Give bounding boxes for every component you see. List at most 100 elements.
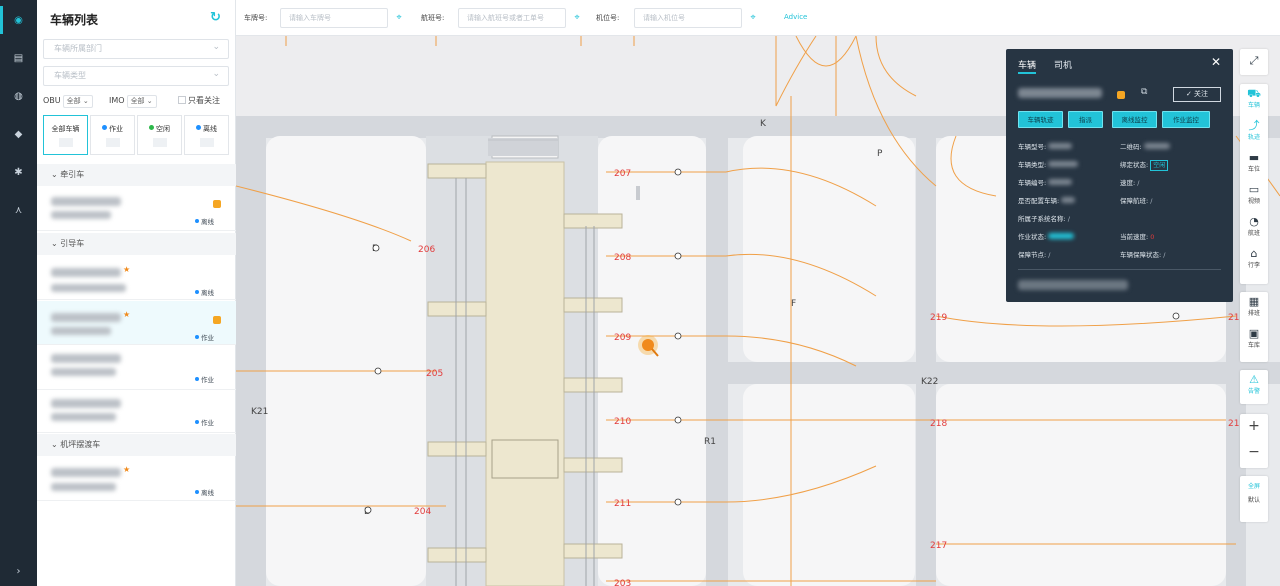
track-button[interactable]: 车辆轨迹: [1018, 111, 1063, 128]
fullscreen-tool[interactable]: ⤢: [1240, 49, 1268, 75]
advanced-link[interactable]: Advice: [784, 13, 807, 21]
stand-label-208: 208: [614, 253, 631, 263]
assign-button[interactable]: 指派: [1068, 111, 1103, 128]
alert-icon[interactable]: [213, 316, 221, 324]
stat-all-count: [58, 138, 73, 147]
working-dot: [102, 125, 107, 130]
vehicle-row[interactable]: 离线: [37, 187, 236, 231]
stat-working[interactable]: 作业: [90, 115, 135, 155]
fullscreen-mode-button[interactable]: 全屏: [1240, 481, 1268, 490]
location-icon[interactable]: ⌖: [567, 8, 587, 28]
field-job-status: 作业状态:: [1018, 231, 1075, 241]
taxi-label-p: P: [877, 149, 883, 159]
panel-title: 车辆列表: [50, 13, 99, 27]
field-qrcode: 二维码:: [1120, 141, 1170, 151]
vehicle-row[interactable]: 作业: [37, 346, 236, 390]
alarm-layer[interactable]: ⚠ 告警: [1240, 374, 1268, 396]
refresh-icon[interactable]: ↻: [210, 10, 221, 25]
zoom-in-button[interactable]: +: [1240, 418, 1268, 434]
imo-value: 全部: [130, 97, 145, 105]
tab-driver[interactable]: 司机: [1054, 58, 1072, 71]
vehicle-info: [51, 368, 116, 376]
status-tag: 作业: [195, 374, 214, 384]
vehicle-row[interactable]: ★ 离线: [37, 256, 236, 300]
video-icon: ▭: [1248, 183, 1260, 196]
vehicle-icon[interactable]: ◉: [0, 6, 25, 34]
flight-label: 航班号:: [421, 14, 445, 22]
offline-monitor-button[interactable]: 离线监控: [1112, 111, 1157, 128]
alarm-tool[interactable]: ⚠ 告警: [1240, 370, 1268, 404]
obu-select[interactable]: 全部 ⌄: [62, 95, 93, 108]
luggage-layer[interactable]: ⌂ 行李: [1240, 248, 1268, 270]
alert-icon[interactable]: [213, 200, 221, 208]
field-bind-status: 绑定状态: 空闲: [1120, 159, 1169, 171]
obu-filter[interactable]: OBU 全部 ⌄: [43, 94, 93, 108]
default-view-button[interactable]: 默认: [1240, 495, 1268, 504]
stand-input[interactable]: 请输入机位号: [634, 8, 742, 28]
star-icon[interactable]: ★: [123, 465, 130, 474]
stat-working-count: [105, 138, 120, 147]
follow-only-checkbox[interactable]: 只看关注: [178, 94, 220, 108]
stand-layer[interactable]: ▬ 车位: [1240, 151, 1268, 174]
job-monitor-button[interactable]: 作业监控: [1162, 111, 1210, 128]
checkbox-icon[interactable]: [178, 96, 186, 104]
location-text: [1018, 280, 1128, 290]
close-icon[interactable]: ✕: [1211, 55, 1221, 69]
vehicle-layer[interactable]: ⛟ 车辆: [1240, 88, 1268, 110]
location-icon[interactable]: ⌖: [389, 8, 409, 28]
settings-icon[interactable]: ✱: [12, 166, 25, 179]
flight-input[interactable]: 请输入航班号或者工单号: [458, 8, 566, 28]
track-layer[interactable]: ⤴ 轨迹: [1240, 120, 1268, 142]
nav-rail: ◉ ▤ ◍ ◆ ✱ ⋏ ›: [0, 0, 37, 586]
stat-offline[interactable]: 离线: [184, 115, 229, 155]
garage-tool[interactable]: ▣ 车库: [1240, 327, 1268, 350]
zoom-control: + −: [1240, 414, 1268, 468]
vehicle-type-select[interactable]: 车辆类型: [43, 65, 229, 86]
imo-label: IMO: [109, 96, 125, 105]
video-layer[interactable]: ▭ 视频: [1240, 183, 1268, 206]
group-header-guide[interactable]: ⌄ 引导车: [37, 233, 236, 255]
follow-button[interactable]: ✓ 关注: [1173, 87, 1221, 102]
stand-label-210: 210: [614, 417, 631, 427]
plate-input[interactable]: 请输入车牌号: [280, 8, 388, 28]
department-select[interactable]: 车辆所属部门: [43, 38, 229, 59]
tab-vehicle[interactable]: 车辆: [1018, 58, 1037, 74]
stat-all[interactable]: 全部车辆: [43, 115, 88, 155]
vehicle-info: [51, 483, 116, 491]
schedule-tool[interactable]: ▦ 排班: [1240, 296, 1268, 318]
list-icon[interactable]: ▤: [12, 52, 25, 65]
vehicle-row[interactable]: ★ 离线: [37, 457, 236, 501]
flight-layer[interactable]: ◔ 航班: [1240, 216, 1268, 238]
fullscreen-icon[interactable]: ⤢: [1240, 55, 1268, 67]
stand-icon: ▬: [1248, 151, 1260, 164]
copy-icon[interactable]: ⧉: [1141, 87, 1147, 97]
location-icon[interactable]: ⌖: [743, 8, 763, 28]
stand-label-205: 205: [426, 369, 443, 379]
imo-filter[interactable]: IMO 全部 ⌄: [109, 94, 157, 108]
garage-icon: ▣: [1248, 327, 1260, 340]
star-icon[interactable]: ★: [123, 310, 130, 319]
stat-idle[interactable]: 空闲: [137, 115, 182, 155]
vehicle-plate: [1018, 88, 1102, 98]
imo-select[interactable]: 全部 ⌄: [126, 95, 157, 108]
group-header-shuttle[interactable]: ⌄ 机坪摆渡车: [37, 434, 236, 456]
group-header-tractor[interactable]: ⌄ 牵引车: [37, 164, 236, 186]
field-node: 保障节点: /: [1018, 251, 1051, 259]
field-flight: 保障航班: /: [1120, 197, 1153, 205]
vehicle-plate: [51, 313, 121, 322]
group-name: 引导车: [60, 239, 85, 248]
vehicle-row[interactable]: 作业: [37, 391, 236, 433]
vehicle-row-selected[interactable]: ★ 作业: [37, 301, 236, 345]
field-type: 车辆类型:: [1018, 159, 1079, 169]
lock-icon[interactable]: [1117, 91, 1125, 99]
stat-working-label: 作业: [109, 125, 123, 133]
stand-label-217: 217: [930, 541, 947, 551]
alarm-icon[interactable]: ◆: [12, 128, 25, 141]
expand-icon[interactable]: ›: [12, 565, 25, 578]
stand-label-211: 211: [614, 499, 631, 509]
chart-icon[interactable]: ◍: [12, 90, 25, 103]
stand-label-206: 206: [418, 245, 435, 255]
star-icon[interactable]: ★: [123, 265, 130, 274]
user-icon[interactable]: ⋏: [12, 204, 25, 217]
zoom-out-button[interactable]: −: [1240, 444, 1268, 460]
